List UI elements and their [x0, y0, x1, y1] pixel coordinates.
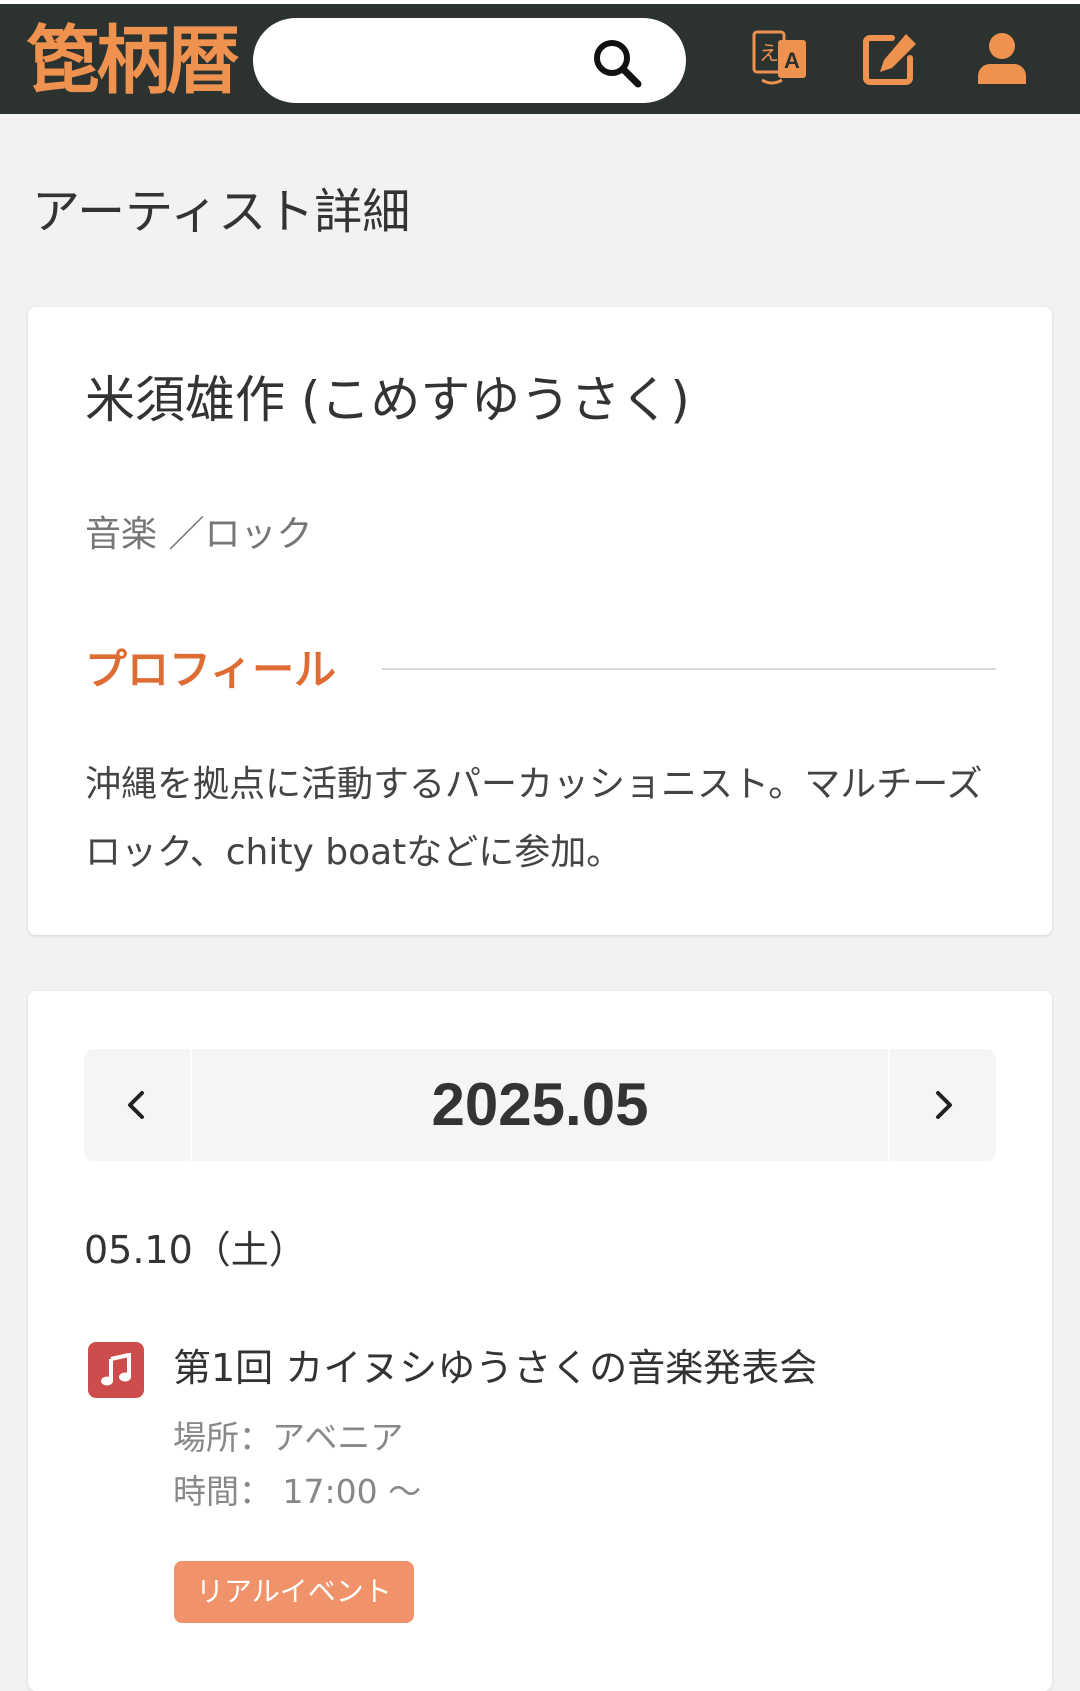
user-icon[interactable] — [970, 26, 1034, 90]
profile-heading: プロフィール — [85, 645, 337, 694]
event-title[interactable]: 第1回 カイヌシゆうさくの音楽発表会 — [173, 1341, 817, 1395]
artist-profile-card: 米須雄作 (こめすゆうさく) 音楽 ／ロック プロフィール 沖縄を拠点に活動する… — [28, 307, 1052, 935]
svg-text:A: A — [784, 48, 800, 73]
search-box[interactable] — [253, 18, 686, 103]
search-icon[interactable] — [588, 34, 646, 92]
translate-icon[interactable]: え A — [748, 26, 812, 90]
app-header: 箆柄暦 え A — [0, 0, 1080, 114]
artist-name: 米須雄作 (こめすゆうさく) — [85, 371, 690, 429]
next-month-button[interactable] — [888, 1049, 996, 1161]
page-title: アーティスト詳細 — [32, 184, 411, 240]
event-date: 05.10（土） — [84, 1228, 307, 1272]
event-time: 時間： 17:00 〜 — [173, 1472, 422, 1511]
schedule-card: 2025.05 05.10（土） 第1回 カイヌシゆうさくの音楽発表会 場所：ア… — [28, 991, 1052, 1691]
svg-text:え: え — [759, 41, 779, 65]
month-navigator: 2025.05 — [84, 1049, 996, 1161]
music-note-icon — [88, 1342, 144, 1398]
current-month: 2025.05 — [431, 1071, 649, 1138]
chevron-right-icon — [936, 1091, 952, 1119]
edit-icon[interactable] — [858, 26, 922, 90]
event-venue: 場所：アベニア — [173, 1418, 404, 1457]
site-logo[interactable]: 箆柄暦 — [26, 16, 240, 106]
event-type-badge: リアルイベント — [174, 1561, 414, 1623]
prev-month-button[interactable] — [84, 1049, 192, 1161]
profile-text: 沖縄を拠点に活動するパーカッショニスト。マルチーズロック、chity boatな… — [85, 764, 983, 873]
artist-genre: 音楽 ／ロック — [85, 514, 313, 555]
profile-divider — [382, 668, 996, 670]
search-input[interactable] — [281, 36, 581, 84]
chevron-left-icon — [128, 1091, 144, 1119]
